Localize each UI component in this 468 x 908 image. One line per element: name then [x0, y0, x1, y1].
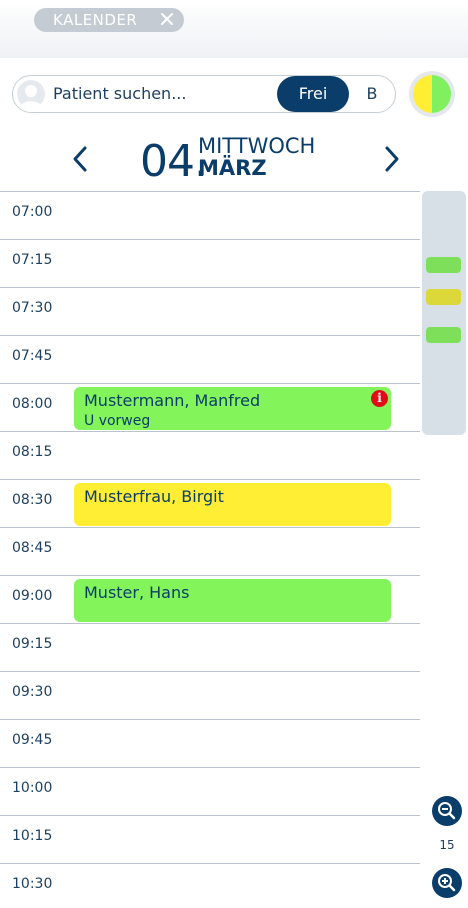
appointment-card[interactable]: Muster, Hans — [74, 579, 391, 622]
time-label: 08:15 — [12, 444, 53, 460]
appointment-card[interactable]: Mustermann, Manfred U vorweg i — [74, 387, 391, 430]
time-slot[interactable]: 07:45 — [0, 335, 420, 383]
time-label: 10:00 — [12, 780, 53, 796]
toggle-frei[interactable]: Frei — [277, 76, 349, 112]
time-slot[interactable]: 07:00 — [0, 191, 420, 239]
date-weekday: MITTWOCH — [198, 134, 316, 158]
time-label: 08:30 — [12, 492, 53, 508]
time-slot[interactable]: 07:30 — [0, 287, 420, 335]
time-slot[interactable]: 09:45 — [0, 719, 420, 767]
time-grid: 07:00 07:15 07:30 07:45 08:00 08:15 08:30 08:45… — [0, 191, 420, 908]
zoom-out-icon[interactable] — [432, 796, 462, 826]
time-label: 07:15 — [12, 252, 53, 268]
appointment-patient-name: Mustermann, Manfred — [84, 391, 261, 410]
tab-bar: KALENDER — [0, 0, 468, 58]
time-slot[interactable]: 09:30 — [0, 671, 420, 719]
time-slot[interactable]: 08:45 — [0, 527, 420, 575]
date-day: 04. — [140, 136, 208, 187]
time-label: 09:15 — [12, 636, 53, 652]
overview-appointment-mark[interactable] — [426, 289, 461, 305]
status-indicator-icon[interactable] — [408, 70, 456, 118]
time-slot[interactable]: 10:15 — [0, 815, 420, 863]
time-slot[interactable]: 08:15 — [0, 431, 420, 479]
info-icon[interactable]: i — [371, 390, 388, 407]
person-icon — [17, 80, 45, 108]
time-label: 08:00 — [12, 396, 53, 412]
close-icon[interactable] — [158, 10, 176, 28]
appointment-card[interactable]: Musterfrau, Birgit — [74, 483, 391, 526]
chevron-right-icon[interactable] — [378, 144, 404, 174]
chevron-left-icon[interactable] — [68, 144, 94, 174]
time-label: 10:30 — [12, 876, 53, 892]
time-label: 07:30 — [12, 300, 53, 316]
toggle-b[interactable]: B — [361, 76, 383, 112]
tab-label: KALENDER — [53, 11, 138, 29]
zoom-in-icon[interactable] — [432, 868, 462, 898]
time-label: 08:45 — [12, 540, 53, 556]
time-label: 09:00 — [12, 588, 53, 604]
time-label: 10:15 — [12, 828, 53, 844]
overview-appointment-mark[interactable] — [426, 257, 461, 273]
tab-kalender[interactable]: KALENDER — [34, 8, 184, 32]
time-label: 09:30 — [12, 684, 53, 700]
appointment-patient-name: Muster, Hans — [84, 583, 190, 602]
appointment-patient-name: Musterfrau, Birgit — [84, 487, 224, 506]
time-slot[interactable]: 10:30 — [0, 863, 420, 908]
patient-search[interactable]: Patient suchen... Frei B — [12, 75, 396, 113]
overview-appointment-mark[interactable] — [426, 327, 461, 343]
time-slot[interactable]: 07:15 — [0, 239, 420, 287]
search-input[interactable]: Patient suchen... — [53, 84, 186, 103]
day-overview[interactable] — [422, 191, 466, 435]
date-month: MÄRZ — [198, 156, 267, 180]
time-slot[interactable]: 10:00 — [0, 767, 420, 815]
time-slot[interactable]: 09:15 — [0, 623, 420, 671]
appointment-note: U vorweg — [84, 413, 151, 429]
time-label: 09:45 — [12, 732, 53, 748]
time-label: 07:00 — [12, 204, 53, 220]
time-label: 07:45 — [12, 348, 53, 364]
zoom-level: 15 — [439, 838, 455, 852]
